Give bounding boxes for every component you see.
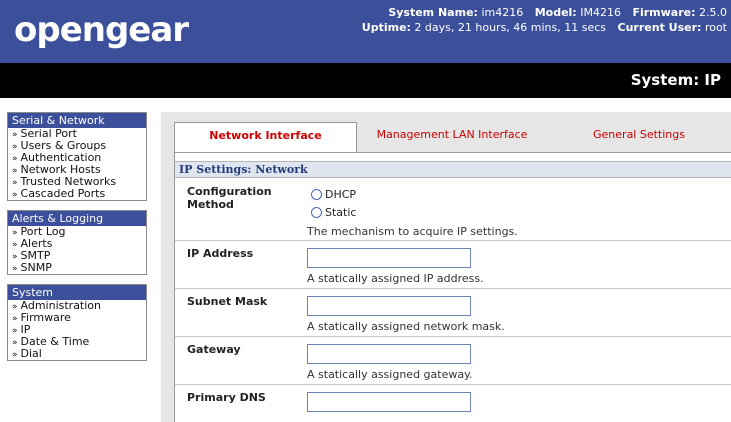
bullet-icon: » <box>12 166 18 176</box>
sidebar-item-dial[interactable]: » Dial <box>8 347 146 361</box>
ip-address-row: IP Address A statically assigned IP addr… <box>175 241 731 289</box>
page-title: System: IP <box>630 71 721 89</box>
firmware-value: 2.5.0 <box>699 6 727 19</box>
primary-dns-label: Primary DNS <box>187 391 266 404</box>
section-title: IP Settings: Network <box>175 161 731 178</box>
nav-group-title: Serial & Network <box>8 113 146 128</box>
subnet-mask-input[interactable] <box>307 296 471 316</box>
system-name-label: System Name: <box>388 6 478 19</box>
primary-dns-input[interactable] <box>307 392 471 412</box>
static-radio[interactable]: Static <box>311 206 356 219</box>
bullet-icon: » <box>12 314 18 324</box>
model-value: IM4216 <box>580 6 621 19</box>
bullet-icon: » <box>12 252 18 262</box>
subnet-mask-label: Subnet Mask <box>187 295 268 308</box>
nav-group-serial-network: Serial & Network » Serial Port » Users & G… <box>7 112 147 201</box>
tab-management-lan-interface[interactable]: Management LAN Interface <box>357 122 547 150</box>
gateway-input[interactable] <box>307 344 471 364</box>
bullet-icon: » <box>12 154 18 164</box>
nav-group-system: System » Administration » Firmware » IP » Da… <box>7 284 147 361</box>
config-method-label: Configuration Method <box>187 185 272 211</box>
ip-address-label: IP Address <box>187 247 254 260</box>
sidebar-item-label: SNMP <box>20 261 52 274</box>
config-method-label-line2: Method <box>187 198 234 211</box>
gateway-help: A statically assigned gateway. <box>307 368 473 381</box>
tab-general-settings[interactable]: General Settings <box>547 122 731 150</box>
sidebar-item-label: Cascaded Ports <box>20 187 106 200</box>
settings-panel: IP Settings: Network Configuration Metho… <box>174 152 731 422</box>
bullet-icon: » <box>12 130 18 140</box>
title-bar: System: IP <box>0 63 731 98</box>
primary-dns-row: Primary DNS <box>175 385 731 422</box>
radio-circle-icon <box>311 189 322 200</box>
static-radio-label: Static <box>325 206 357 219</box>
nav-group-title: System <box>8 285 146 300</box>
ip-address-input[interactable] <box>307 248 471 268</box>
bullet-icon: » <box>12 228 18 238</box>
bullet-icon: » <box>12 142 18 152</box>
bullet-icon: » <box>12 326 18 336</box>
bullet-icon: » <box>12 302 18 312</box>
model-label: Model: <box>534 6 577 19</box>
ip-address-help: A statically assigned IP address. <box>307 272 484 285</box>
tab-bar: Network Interface Management LAN Interfa… <box>174 122 731 152</box>
dhcp-radio[interactable]: DHCP <box>311 188 356 201</box>
nav-group-alerts-logging: Alerts & Logging » Port Log » Alerts » SMTP… <box>7 210 147 275</box>
radio-circle-icon <box>311 207 322 218</box>
header-bar: opengear System Name: im4216 Model: IM42… <box>0 0 731 63</box>
sidebar: Serial & Network » Serial Port » Users & G… <box>7 112 147 370</box>
uptime-label: Uptime: <box>361 21 411 34</box>
subnet-mask-help: A statically assigned network mask. <box>307 320 505 333</box>
opengear-logo[interactable]: opengear <box>14 10 189 50</box>
system-name-value: im4216 <box>481 6 524 19</box>
sidebar-item-snmp[interactable]: » SNMP <box>8 261 146 275</box>
sidebar-item-cascaded-ports[interactable]: » Cascaded Ports <box>8 187 146 201</box>
bullet-icon: » <box>12 350 18 360</box>
gateway-label: Gateway <box>187 343 241 356</box>
nav-group-title: Alerts & Logging <box>8 211 146 226</box>
bullet-icon: » <box>12 190 18 200</box>
dhcp-radio-label: DHCP <box>325 188 357 201</box>
system-info: System Name: im4216 Model: IM4216 Firmwa… <box>362 5 727 35</box>
config-method-help: The mechanism to acquire IP settings. <box>307 225 518 238</box>
main-content: Network Interface Management LAN Interfa… <box>161 112 731 422</box>
current-user-label: Current User: <box>617 21 702 34</box>
bullet-icon: » <box>12 178 18 188</box>
sidebar-item-label: Dial <box>20 347 42 360</box>
bullet-icon: » <box>12 338 18 348</box>
firmware-label: Firmware: <box>632 6 696 19</box>
bullet-icon: » <box>12 264 18 274</box>
current-user-value: root <box>704 21 727 34</box>
subnet-mask-row: Subnet Mask A statically assigned networ… <box>175 289 731 337</box>
gateway-row: Gateway A statically assigned gateway. <box>175 337 731 385</box>
config-method-label-line1: Configuration <box>187 185 272 198</box>
config-method-row: Configuration Method DHCP Static The mec… <box>175 179 731 241</box>
uptime-value: 2 days, 21 hours, 46 mins, 11 secs <box>414 21 607 34</box>
bullet-icon: » <box>12 240 18 250</box>
tab-network-interface[interactable]: Network Interface <box>174 122 357 152</box>
